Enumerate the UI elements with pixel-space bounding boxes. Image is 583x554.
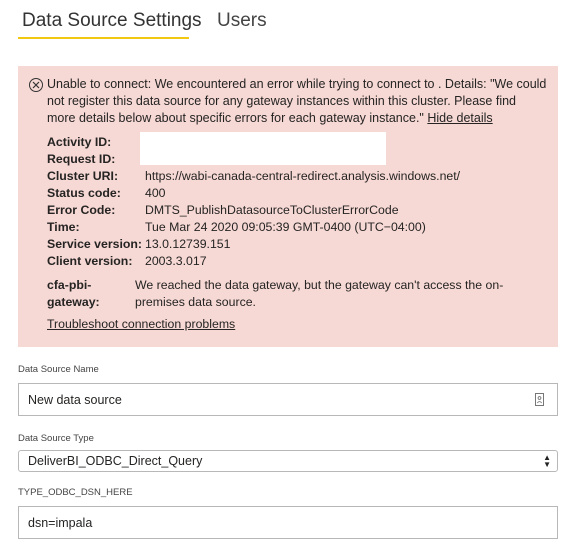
detail-key: Request ID: [47,152,116,166]
select-arrows-icon: ▲ ▼ [543,453,551,469]
redacted-ids-box [140,132,386,165]
tab-data-source-settings[interactable]: Data Source Settings [22,10,202,32]
active-tab-indicator [18,37,189,39]
detail-key: Error Code: [47,203,116,217]
error-message-block: Unable to connect: We encountered an err… [47,76,547,127]
detail-key: Cluster URI: [47,169,119,183]
data-source-name-value: New data source [28,393,122,407]
gateway-message: We reached the data gateway, but the gat… [135,278,504,309]
detail-value: https://wabi-canada-central-redirect.ana… [145,169,461,183]
data-source-type-select[interactable]: DeliverBI_ODBC_Direct_Query ▲ ▼ [18,450,558,472]
dsn-label: TYPE_ODBC_DSN_HERE [18,487,133,498]
data-source-name-input[interactable]: New data source [18,383,558,416]
dsn-input[interactable]: dsn=impala [18,506,558,539]
detail-value: 400 [145,186,166,200]
detail-key: Client version: [47,254,133,268]
troubleshoot-link[interactable]: Troubleshoot connection problems [47,317,235,331]
detail-key: Activity ID: [47,135,112,149]
detail-value: 2003.3.017 [145,254,207,268]
detail-key: Time: [47,220,80,234]
data-source-name-label: Data Source Name [18,364,99,375]
contact-card-icon[interactable] [535,393,544,406]
detail-key: Status code: [47,186,121,200]
detail-value: DMTS_PublishDatasourceToClusterErrorCode [145,203,399,217]
error-panel: Unable to connect: We encountered an err… [18,66,558,347]
hide-details-link[interactable]: Hide details [427,111,492,125]
detail-key: Service version: [47,237,143,251]
gateway-name: cfa-pbi-gateway: [47,278,100,309]
error-circle-icon [29,78,43,92]
data-source-type-value: DeliverBI_ODBC_Direct_Query [28,454,203,468]
detail-value: Tue Mar 24 2020 09:05:39 GMT-0400 (UTC−0… [145,220,426,234]
tab-users[interactable]: Users [217,10,267,32]
data-source-type-label: Data Source Type [18,433,94,444]
dsn-value: dsn=impala [28,516,93,530]
detail-value: 13.0.12739.151 [145,237,231,251]
